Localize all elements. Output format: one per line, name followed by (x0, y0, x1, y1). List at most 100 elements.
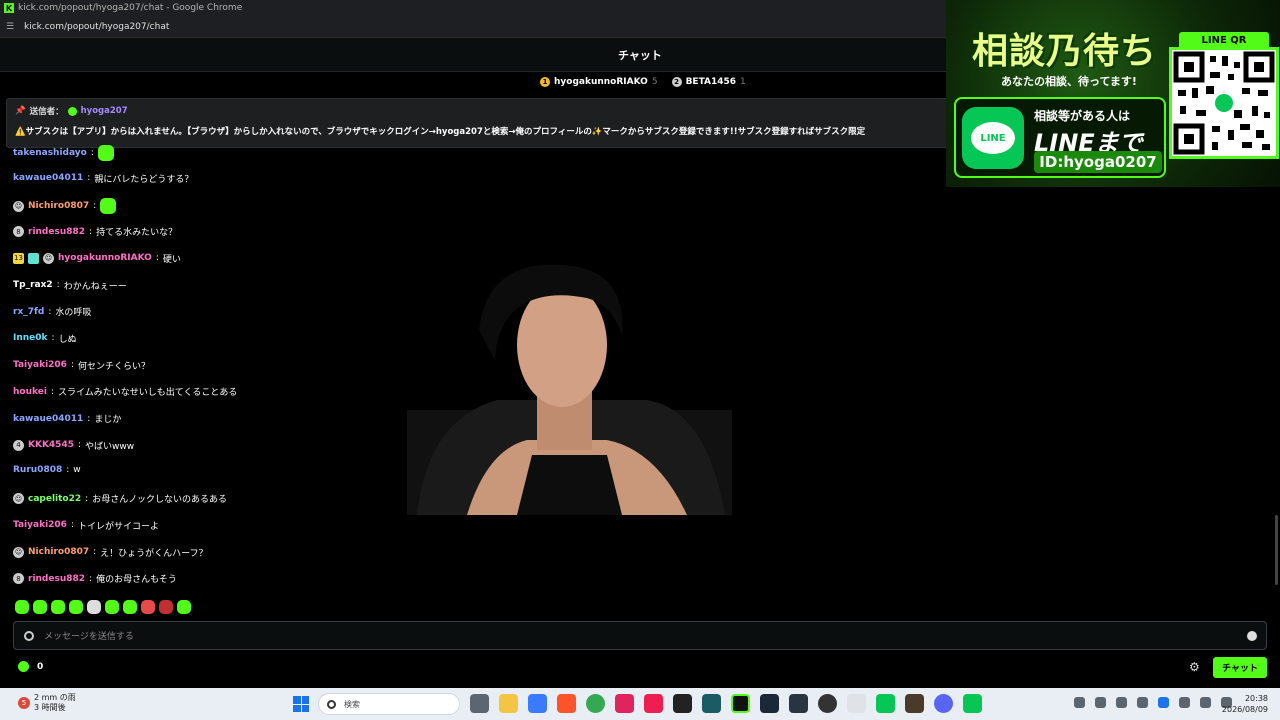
microphone-icon[interactable] (1116, 697, 1127, 708)
line-icon[interactable] (963, 694, 982, 713)
promo-title: 相談乃待ち (972, 30, 1158, 72)
app-icon[interactable] (905, 694, 924, 713)
emote-icon[interactable] (177, 600, 191, 614)
chat-username[interactable]: takenashidayo (13, 148, 87, 158)
chat-colon: : (50, 386, 54, 397)
chat-username[interactable]: capelito22 (28, 494, 81, 504)
steam-icon[interactable] (760, 694, 779, 713)
settings-gear-icon[interactable]: ⚙ (1189, 661, 1201, 673)
chat-text: 持てる水みたいな？ (96, 228, 178, 239)
emote-icon[interactable] (33, 600, 47, 614)
chat-username[interactable]: hyogakunnoRIAKO (58, 253, 152, 263)
chat-username[interactable]: Nichiro0807 (28, 547, 89, 557)
chat-colon: : (87, 173, 91, 184)
pinned-text: ⚠️サブスクは【アプリ】からは入れません。【ブラウザ】からしか入れないので、ブラ… (15, 127, 866, 137)
close-icon[interactable] (1137, 697, 1148, 708)
pinned-user[interactable]: hyoga207 (81, 106, 128, 116)
rain-icon: 5 (18, 697, 30, 709)
chrome-icon[interactable] (586, 694, 605, 713)
brave-browser-icon[interactable] (557, 694, 576, 713)
leaderboard-count: 1 (740, 77, 746, 87)
wifi-icon[interactable] (1179, 697, 1190, 708)
chat-username[interactable]: rindesu882 (28, 227, 85, 237)
leaderboard-item[interactable]: 1 hyogakunnoRIAKO 5 (540, 77, 658, 87)
kick-app-icon[interactable] (731, 694, 750, 713)
rank-badge-icon: 2 (671, 77, 682, 87)
file-explorer-icon[interactable] (499, 694, 518, 713)
onedrive-icon[interactable] (1158, 697, 1169, 708)
leaderboard-item[interactable]: 2 BETA1456 1 (671, 77, 746, 87)
chat-message: Taiyaki206: トイレがサイコーよ (13, 519, 159, 532)
site-info-icon[interactable]: ☰ (6, 22, 18, 32)
chat-username[interactable]: kawaue04011 (13, 414, 83, 424)
chat-input[interactable]: メッセージを送信する (13, 621, 1267, 650)
channel-points[interactable]: 0 (18, 661, 43, 672)
obs-icon[interactable] (818, 694, 837, 713)
taskbar-clock[interactable]: 20:38 2026/08/09 (1222, 693, 1268, 715)
chat-colon: : (70, 360, 74, 371)
chevron-up-icon[interactable] (1074, 697, 1085, 708)
chat-username[interactable]: Taiyaki206 (13, 360, 67, 370)
weather-widget[interactable]: 5 2 mm の雨 3 時間後 (18, 693, 76, 713)
app-icon[interactable] (673, 694, 692, 713)
chat-text: え！ひょうがくんハーフ？ (100, 548, 208, 559)
chat-colon: : (70, 520, 74, 531)
app-icon[interactable] (615, 694, 634, 713)
chat-username[interactable]: kawaue04011 (13, 173, 83, 183)
level-badge-icon: 4 (13, 439, 24, 451)
qr-code-icon (1169, 47, 1279, 159)
chat-colon: : (93, 547, 97, 557)
chat-message: 8 rindesu882: 持てる水みたいな？ (13, 225, 177, 238)
tiktok-icon[interactable] (644, 694, 663, 713)
chat-input-placeholder[interactable]: メッセージを送信する (44, 629, 134, 642)
pinned-message[interactable]: 📌 送信者： hyoga207 ⚠️サブスクは【アプリ】からは入れません。【ブラ… (6, 98, 966, 148)
gift-badge-icon (28, 252, 39, 264)
chat-text: 水の呼吸 (55, 308, 92, 319)
chat-username[interactable]: Ruru0808 (13, 465, 62, 475)
shield-icon[interactable] (24, 630, 34, 641)
app-icon[interactable] (702, 694, 721, 713)
chat-message: 4 KKK4545: やばいwww (13, 439, 134, 452)
chat-colon: : (66, 465, 70, 476)
leaderboard-user[interactable]: BETA1456 (686, 77, 736, 87)
pin-icon: 📌 (15, 106, 26, 116)
discord-icon[interactable] (934, 694, 953, 713)
windows-start-icon[interactable] (293, 696, 309, 712)
task-view-icon[interactable] (470, 694, 489, 713)
emote-icon[interactable] (69, 600, 83, 614)
chat-username[interactable]: Tp_rax2 (13, 280, 53, 290)
app-icon[interactable] (847, 694, 866, 713)
emoji-picker-icon[interactable] (1247, 631, 1257, 641)
chat-username[interactable]: Inne0k (13, 333, 48, 343)
taskbar-search[interactable]: 検索 (318, 693, 460, 715)
emote-icon[interactable] (105, 600, 119, 614)
emote-icon[interactable] (123, 600, 137, 614)
chat-username[interactable]: Taiyaki206 (13, 520, 67, 530)
chat-message: ☺ Nichiro0807: (13, 198, 117, 215)
chat-message: houkei: スライムみたいなせいしも出てくることある (13, 385, 237, 399)
chat-username[interactable]: KKK4545 (28, 440, 74, 450)
leaderboard-user[interactable]: hyogakunnoRIAKO (554, 77, 648, 87)
tray-app-icon[interactable] (1095, 697, 1106, 708)
chat-username[interactable]: rx_7fd (13, 307, 44, 317)
emote-icon (100, 198, 117, 215)
volume-icon[interactable] (1200, 697, 1211, 708)
subscriber-badge-icon: 13 (13, 252, 24, 264)
chat-message: Ruru0808: w (13, 465, 81, 475)
send-chat-button[interactable]: チャット (1213, 657, 1267, 678)
taskbar-search-placeholder[interactable]: 検索 (344, 699, 360, 710)
chat-username[interactable]: houkei (13, 387, 47, 397)
emote-icon[interactable] (51, 600, 65, 614)
chat-username[interactable]: Nichiro0807 (28, 201, 89, 211)
line-icon[interactable] (876, 694, 895, 713)
app-icon[interactable] (528, 694, 547, 713)
url-text[interactable]: kick.com/popout/hyoga207/chat (24, 22, 169, 32)
emote-icon[interactable] (15, 600, 29, 614)
chat-scrollbar[interactable] (1275, 515, 1278, 585)
app-icon[interactable] (789, 694, 808, 713)
emote-icon (97, 145, 114, 161)
chat-username[interactable]: rindesu882 (28, 574, 85, 584)
emote-icon[interactable] (87, 600, 101, 614)
emote-icon[interactable] (141, 600, 155, 614)
emote-icon[interactable] (159, 600, 173, 614)
